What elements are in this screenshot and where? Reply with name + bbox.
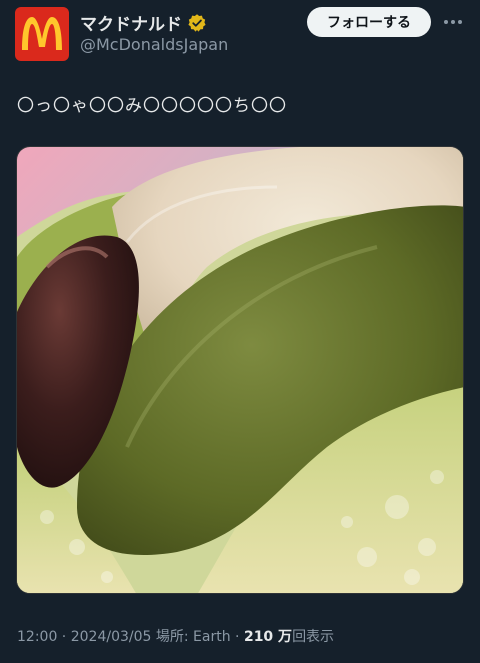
more-dot bbox=[458, 20, 462, 24]
views-count[interactable]: 210 万 bbox=[244, 629, 292, 645]
meta-separator: · bbox=[230, 629, 244, 645]
more-options-icon[interactable] bbox=[441, 12, 465, 32]
avatar[interactable] bbox=[15, 7, 69, 61]
views-label: 回表示 bbox=[292, 629, 335, 645]
display-name-text: マクドナルド bbox=[80, 15, 182, 35]
tweet-time[interactable]: 12:00 bbox=[17, 629, 57, 645]
tweet-text: 〇っ〇ゃ〇〇み〇〇〇〇〇ち〇〇 bbox=[17, 96, 287, 116]
handle[interactable]: @McDonaldsJapan bbox=[80, 35, 228, 54]
tweet-date[interactable]: 2024/03/05 bbox=[71, 629, 152, 645]
meta-separator: · bbox=[57, 629, 71, 645]
mcdonalds-logo-icon bbox=[22, 17, 62, 50]
more-dot bbox=[451, 20, 455, 24]
tweet-media[interactable] bbox=[16, 146, 464, 594]
follow-button[interactable]: フォローする bbox=[307, 7, 431, 37]
matcha-pie-photo bbox=[17, 147, 463, 593]
gold-verified-badge-icon bbox=[188, 13, 206, 32]
more-dot bbox=[444, 20, 448, 24]
tweet-meta: 12:00 · 2024/03/05 場所: Earth · 210 万回表示 bbox=[17, 626, 334, 646]
display-name[interactable]: マクドナルド bbox=[80, 10, 207, 35]
tweet-location: 場所: Earth bbox=[155, 629, 231, 645]
